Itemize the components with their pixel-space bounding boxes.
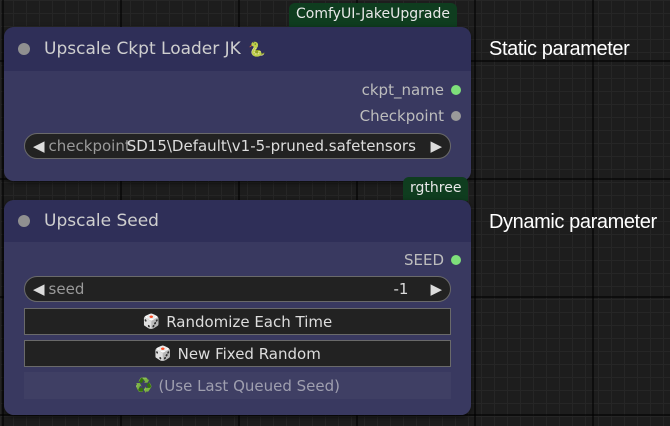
- output-connector-icon[interactable]: [451, 111, 461, 121]
- node-body: SEED ◀ seed -1 ▶ 🎲 Randomize Each Time 🎲…: [4, 242, 471, 415]
- right-arrow-icon[interactable]: ▶: [430, 137, 442, 155]
- node-header[interactable]: Upscale Ckpt Loader JK 🐍: [4, 27, 471, 71]
- new-fixed-random-button[interactable]: 🎲 New Fixed Random: [24, 340, 451, 367]
- widget-label: seed: [48, 280, 85, 298]
- dice-icon: 🎲: [142, 313, 161, 330]
- output-connector-icon[interactable]: [451, 85, 461, 95]
- widget-label: checkpoint: [48, 137, 131, 155]
- output-connector-icon[interactable]: [451, 255, 461, 265]
- collapse-toggle[interactable]: [18, 43, 30, 55]
- button-label: (Use Last Queued Seed): [158, 376, 340, 395]
- recycle-icon: ♻️: [134, 377, 153, 394]
- widget-value: -1: [393, 280, 409, 298]
- left-arrow-icon[interactable]: ◀: [33, 280, 45, 298]
- dice-icon: 🎲: [154, 345, 172, 362]
- upscale-seed-node[interactable]: Upscale Seed SEED ◀ seed -1 ▶ 🎲 Randomiz…: [4, 200, 471, 415]
- output-slot-seed[interactable]: SEED: [4, 247, 471, 273]
- randomize-each-time-button[interactable]: 🎲 Randomize Each Time: [24, 308, 451, 335]
- node-body: ckpt_name Checkpoint ◀ checkpoint SD15\D…: [4, 71, 471, 181]
- node-header[interactable]: Upscale Seed: [4, 200, 471, 242]
- output-label: ckpt_name: [361, 81, 444, 99]
- node-title-text: Upscale Ckpt Loader JK: [44, 39, 241, 59]
- dynamic-parameter-annotation: Dynamic parameter: [489, 211, 657, 233]
- node-title: Upscale Seed: [44, 211, 159, 231]
- output-slot-checkpoint[interactable]: Checkpoint: [4, 103, 471, 129]
- upscale-ckpt-loader-node[interactable]: Upscale Ckpt Loader JK 🐍 ckpt_name Check…: [4, 27, 471, 181]
- output-label: SEED: [403, 251, 444, 269]
- snake-icon: 🐍: [248, 42, 266, 58]
- widget-value: SD15\Default\v1-5-pruned.safetensors: [126, 137, 416, 155]
- static-parameter-annotation: Static parameter: [489, 38, 630, 60]
- node-source-badge: rgthree: [403, 177, 469, 201]
- button-label: Randomize Each Time: [166, 312, 333, 331]
- seed-number-widget[interactable]: ◀ seed -1 ▶: [24, 276, 451, 302]
- collapse-toggle[interactable]: [18, 215, 30, 227]
- left-arrow-icon[interactable]: ◀: [33, 137, 45, 155]
- right-arrow-icon[interactable]: ▶: [430, 280, 442, 298]
- button-label: New Fixed Random: [177, 344, 321, 363]
- use-last-queued-seed-button[interactable]: ♻️ (Use Last Queued Seed): [24, 372, 451, 399]
- output-slot-ckpt-name[interactable]: ckpt_name: [4, 77, 471, 103]
- node-source-badge: ComfyUI-JakeUpgrade: [289, 3, 457, 27]
- checkpoint-combo-widget[interactable]: ◀ checkpoint SD15\Default\v1-5-pruned.sa…: [24, 133, 451, 159]
- output-label: Checkpoint: [359, 107, 444, 125]
- node-title: Upscale Ckpt Loader JK 🐍: [44, 39, 266, 59]
